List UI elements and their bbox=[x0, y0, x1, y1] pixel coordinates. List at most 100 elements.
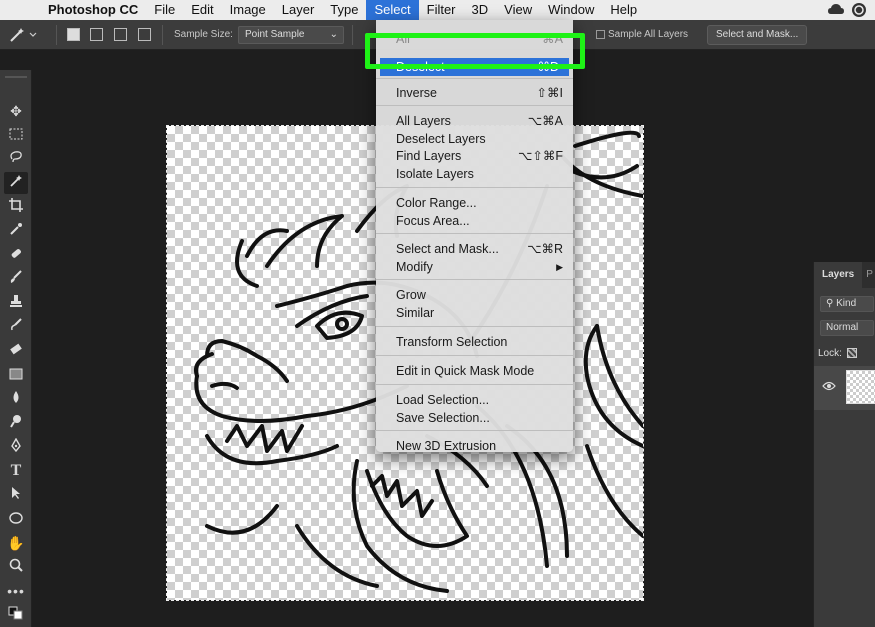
menu-item-label: Edit in Quick Mask Mode bbox=[396, 364, 535, 378]
menu-item-transform-selection[interactable]: Transform Selection bbox=[376, 333, 573, 351]
menu-item-edit-in-quick-mask-mode[interactable]: Edit in Quick Mask Mode bbox=[376, 362, 573, 380]
menu-separator bbox=[376, 326, 573, 327]
lock-transparency-icon[interactable] bbox=[846, 348, 857, 359]
menu-separator bbox=[376, 430, 573, 431]
menu-item-label: Isolate Layers bbox=[396, 167, 474, 181]
menu-type[interactable]: Type bbox=[322, 0, 366, 20]
sample-size-select[interactable]: Point Sample ⌄ bbox=[238, 26, 344, 44]
blend-mode-value: Normal bbox=[826, 322, 859, 333]
menu-edit[interactable]: Edit bbox=[183, 0, 221, 20]
menu-bar: Photoshop CC File Edit Image Layer Type … bbox=[0, 0, 875, 20]
cloud-icon[interactable] bbox=[827, 2, 844, 18]
menu-select[interactable]: Select bbox=[366, 0, 419, 20]
menu-item-label: New 3D Extrusion bbox=[396, 439, 497, 453]
menu-item-deselect-layers[interactable]: Deselect Layers bbox=[376, 130, 573, 148]
lock-controls: Lock: bbox=[818, 348, 857, 359]
divider bbox=[162, 25, 163, 45]
chevron-down-icon: ⌄ bbox=[329, 29, 338, 40]
new-selection-icon[interactable] bbox=[67, 28, 80, 41]
menu-item-shortcut: ⌥⌘R bbox=[527, 242, 563, 256]
menu-file[interactable]: File bbox=[146, 0, 183, 20]
color-swatches-icon[interactable] bbox=[4, 604, 28, 626]
app-menu[interactable]: Photoshop CC bbox=[34, 0, 146, 20]
tab-paths[interactable]: P bbox=[862, 262, 875, 288]
crop-tool-icon[interactable] bbox=[4, 196, 28, 218]
kind-label: Kind bbox=[836, 298, 857, 309]
lock-label: Lock: bbox=[818, 348, 842, 359]
menu-item-similar[interactable]: Similar bbox=[376, 304, 573, 322]
magic-wand-tool-icon[interactable] bbox=[4, 172, 28, 194]
menu-separator bbox=[376, 187, 573, 188]
menu-view[interactable]: View bbox=[496, 0, 540, 20]
zoom-tool-icon[interactable] bbox=[4, 556, 28, 578]
menu-separator bbox=[376, 105, 573, 106]
blend-mode-select[interactable]: Normal bbox=[820, 320, 874, 336]
highlight-annotation-box bbox=[365, 33, 585, 69]
hand-tool-icon[interactable]: ✋ bbox=[4, 532, 28, 554]
menu-item-isolate-layers[interactable]: Isolate Layers bbox=[376, 165, 573, 183]
menu-item-save-selection[interactable]: Save Selection... bbox=[376, 409, 573, 427]
eraser-tool-icon[interactable] bbox=[4, 340, 28, 362]
menu-item-shortcut: ⌥⇧⌘F bbox=[517, 149, 563, 163]
lasso-tool-icon[interactable] bbox=[4, 148, 28, 170]
menu-help[interactable]: Help bbox=[602, 0, 645, 20]
menu-filter[interactable]: Filter bbox=[419, 0, 464, 20]
menu-item-label: Deselect Layers bbox=[396, 132, 486, 146]
menu-item-select-and-mask[interactable]: Select and Mask... ⌥⌘R bbox=[376, 240, 573, 258]
menu-item-load-selection[interactable]: Load Selection... bbox=[376, 391, 573, 409]
healing-brush-tool-icon[interactable] bbox=[4, 244, 28, 266]
move-tool-icon[interactable]: ✥ bbox=[4, 100, 28, 122]
menu-item-inverse[interactable]: Inverse ⇧⌘I bbox=[376, 84, 573, 102]
menu-3d[interactable]: 3D bbox=[464, 0, 497, 20]
select-menu-dropdown: All ⌘A Deselect ⌘D Inverse ⇧⌘I All Layers ⌥⌘A De… bbox=[376, 20, 573, 455]
path-selection-tool-icon[interactable] bbox=[4, 484, 28, 506]
intersect-selection-icon[interactable] bbox=[138, 28, 151, 41]
magic-wand-preset-icon[interactable] bbox=[8, 26, 42, 44]
menu-separator bbox=[376, 78, 573, 79]
panel-grip[interactable] bbox=[5, 76, 27, 78]
menu-item-color-range[interactable]: Color Range... bbox=[376, 194, 573, 212]
add-to-selection-icon[interactable] bbox=[90, 28, 103, 41]
sample-all-layers-checkbox[interactable] bbox=[596, 30, 605, 39]
menu-item-all-layers[interactable]: All Layers ⌥⌘A bbox=[376, 112, 573, 130]
menu-window[interactable]: Window bbox=[540, 0, 602, 20]
menu-item-grow[interactable]: Grow bbox=[376, 286, 573, 304]
menu-item-new-3d-extrusion[interactable]: New 3D Extrusion bbox=[376, 437, 573, 455]
menu-item-label: Color Range... bbox=[396, 196, 477, 210]
type-tool-icon[interactable]: T bbox=[4, 460, 28, 482]
layers-panel: Layers P ⚲ Kind Normal Lock: bbox=[813, 262, 875, 627]
menu-separator bbox=[376, 279, 573, 280]
tab-layers[interactable]: Layers bbox=[814, 262, 863, 288]
menu-separator bbox=[376, 355, 573, 356]
menu-item-label: Inverse bbox=[396, 86, 437, 100]
pen-tool-icon[interactable] bbox=[4, 436, 28, 458]
divider bbox=[352, 25, 353, 45]
menu-layer[interactable]: Layer bbox=[274, 0, 323, 20]
gradient-tool-icon[interactable] bbox=[4, 364, 28, 386]
eyedropper-tool-icon[interactable] bbox=[4, 220, 28, 242]
menu-item-modify[interactable]: Modify ▶ bbox=[376, 258, 573, 276]
menu-item-focus-area[interactable]: Focus Area... bbox=[376, 212, 573, 230]
clone-stamp-tool-icon[interactable] bbox=[4, 292, 28, 314]
layer-thumbnail bbox=[846, 370, 875, 404]
layer-kind-filter[interactable]: ⚲ Kind bbox=[820, 296, 874, 312]
dodge-tool-icon[interactable] bbox=[4, 412, 28, 434]
subtract-from-selection-icon[interactable] bbox=[114, 28, 127, 41]
select-and-mask-button[interactable]: Select and Mask... bbox=[707, 25, 808, 45]
marquee-tool-icon[interactable] bbox=[4, 124, 28, 146]
more-tools-icon[interactable]: ••• bbox=[4, 580, 28, 602]
menu-item-label: Load Selection... bbox=[396, 393, 490, 407]
menu-item-find-layers[interactable]: Find Layers ⌥⇧⌘F bbox=[376, 147, 573, 165]
menu-separator bbox=[376, 233, 573, 234]
visibility-eye-icon[interactable] bbox=[822, 380, 836, 394]
menu-image[interactable]: Image bbox=[222, 0, 274, 20]
menu-item-label: Grow bbox=[396, 288, 426, 302]
search-icon: ⚲ bbox=[826, 298, 834, 309]
panel-tabs: Layers P bbox=[814, 262, 875, 288]
creative-cloud-icon[interactable] bbox=[851, 2, 867, 18]
blur-tool-icon[interactable] bbox=[4, 388, 28, 410]
brush-tool-icon[interactable] bbox=[4, 268, 28, 290]
layer-row[interactable] bbox=[814, 366, 875, 410]
ellipse-tool-icon[interactable] bbox=[4, 508, 28, 530]
history-brush-tool-icon[interactable] bbox=[4, 316, 28, 338]
